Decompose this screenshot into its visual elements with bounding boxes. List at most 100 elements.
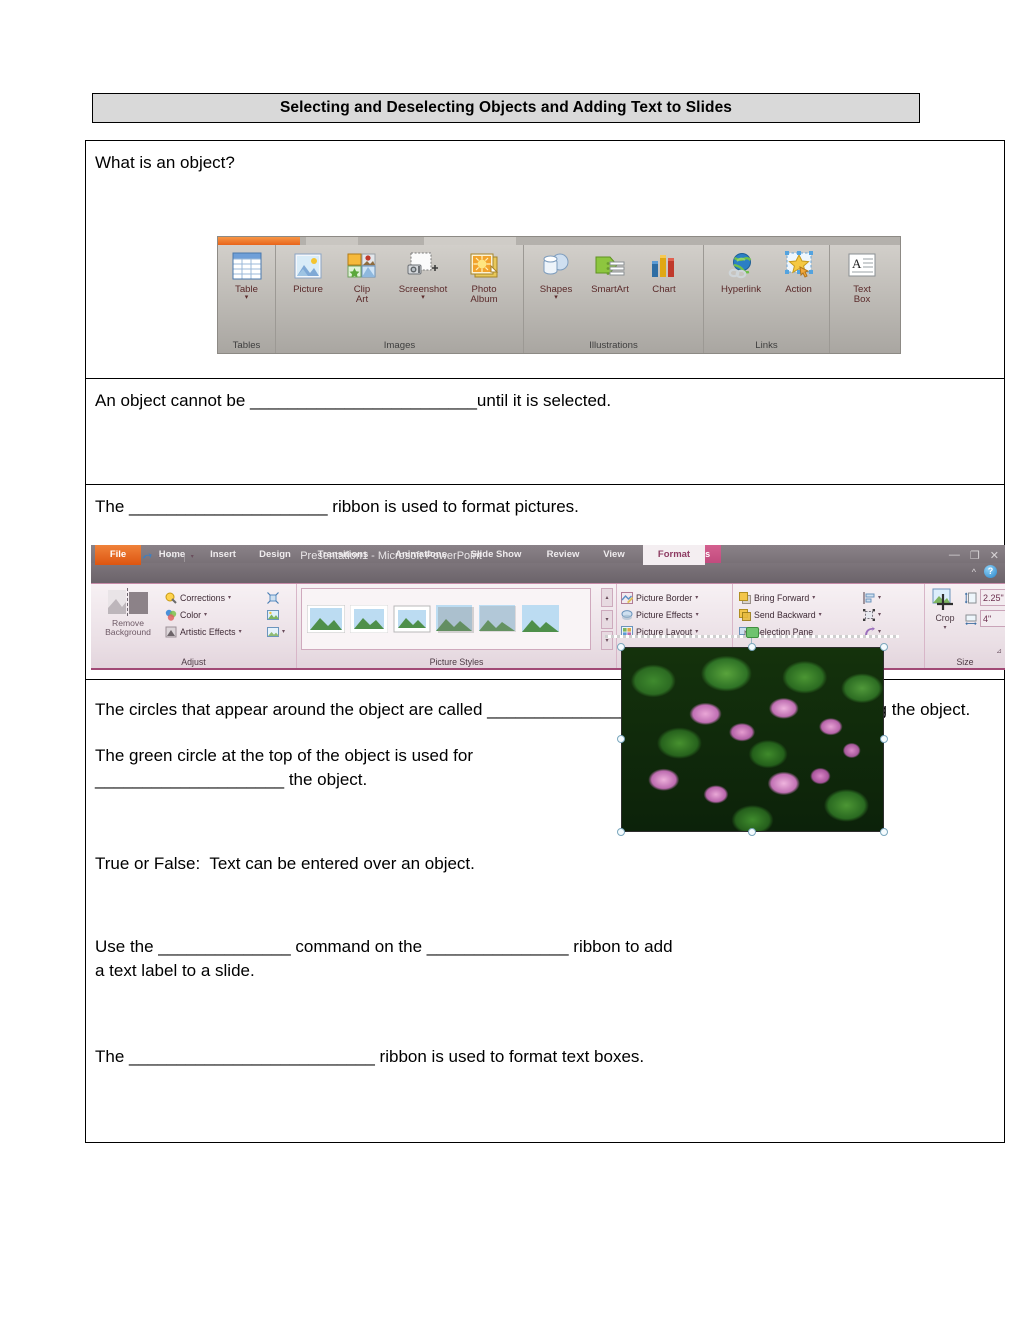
shape-height-input[interactable]: 2.25" ▴▾ [980,589,1005,606]
picture-style-thumbnail[interactable] [307,605,345,633]
resize-handle-bottom-left[interactable] [617,828,625,836]
shape-height-field[interactable]: 2.25" ▴▾ [965,589,1005,606]
chevron-down-icon[interactable]: ▾ [204,611,207,618]
insert-clip-art-button[interactable]: Clip Art [335,249,389,305]
send-backward-button[interactable]: Send Backward ▾ [739,606,822,623]
tab-review[interactable]: Review [537,545,589,565]
tab-strip-segment [424,237,516,245]
tab-format[interactable]: Format [643,545,705,565]
insert-smartart-button[interactable]: SmartArt [583,249,637,295]
color-button[interactable]: Color ▾ [165,606,242,623]
tab-view[interactable]: View [593,545,635,565]
shape-width-field[interactable]: 4" ▴▾ [965,610,1005,627]
insert-screenshot-button[interactable]: Screenshot ▾ [389,249,457,301]
close-button[interactable]: ✕ [990,549,999,562]
chevron-down-icon[interactable]: ▾ [282,628,285,635]
send-backward-icon [739,608,751,621]
more-styles-icon[interactable]: ▾ [601,631,613,650]
tab-slide-show[interactable]: Slide Show [463,545,529,565]
resize-handle-bottom-center[interactable] [748,828,756,836]
picture-icon [293,249,323,283]
scroll-down-icon[interactable]: ▾ [601,609,613,629]
chevron-down-icon[interactable]: ▾ [554,294,558,301]
resize-handle-top-center[interactable] [748,643,756,651]
question-text-6: True or False: Text can be entered over … [95,854,475,874]
resize-handle-middle-left[interactable] [617,735,625,743]
chevron-down-icon[interactable]: ▾ [245,294,249,301]
chevron-down-icon[interactable]: ▾ [239,628,242,635]
resize-handle-top-right[interactable] [880,643,888,651]
chevron-down-icon[interactable]: ▾ [812,594,815,601]
tab-home[interactable]: Home [149,545,195,565]
remove-background-button[interactable]: Remove Background [97,588,159,638]
picture-style-thumbnail[interactable] [522,605,560,633]
chevron-down-icon[interactable]: ▾ [819,611,822,618]
picture-style-thumbnail[interactable] [393,605,431,633]
chevron-down-icon[interactable]: ▾ [878,611,881,618]
picture-styles-scroll[interactable]: ▴ ▾ ▾ [601,588,613,650]
tab-transitions[interactable]: Transitions [307,545,379,565]
picture-style-thumbnail[interactable] [436,605,474,633]
change-picture-button[interactable] [267,606,285,623]
bring-forward-button[interactable]: Bring Forward ▾ [739,589,822,606]
picture-effects-icon [621,609,633,620]
ribbon-group-picture-styles: ▴ ▾ ▾ Picture Styles [297,584,617,668]
help-icon[interactable]: ? [984,565,997,578]
insert-clip-art-label: Clip Art [353,284,371,306]
resize-handle-middle-right[interactable] [880,735,888,743]
question-text-1: What is an object? [95,153,235,172]
crop-button[interactable]: Crop ▾ [928,588,962,631]
collapse-ribbon-icon[interactable]: ^ [972,567,976,577]
tab-animations[interactable]: Animations [385,545,457,565]
shape-width-input[interactable]: 4" ▴▾ [980,610,1005,627]
insert-picture-button[interactable]: Picture [281,249,335,295]
picture-effects-button[interactable]: Picture Effects ▾ [621,606,699,623]
worksheet-cell-cannot-be: An object cannot be ____________________… [85,378,1005,485]
table-row: What is an object? Table ▾ Tables Pictur… [85,140,1005,379]
insert-action-button[interactable]: Action [773,249,824,295]
reset-picture-button[interactable]: ▾ [267,623,285,640]
minimize-button[interactable]: — [949,549,960,562]
selected-picture-object[interactable] [605,625,899,837]
insert-table-button[interactable]: Table ▾ [223,249,270,301]
resize-handle-top-left[interactable] [617,643,625,651]
insert-shapes-button[interactable]: Shapes ▾ [529,249,583,301]
picture-styles-gallery[interactable] [301,588,591,650]
ribbon-group-label-illustrations: Illustrations [589,340,638,351]
compress-pictures-button[interactable] [267,589,285,606]
insert-photo-album-button[interactable]: Photo Album [457,249,511,305]
crop-icon [932,588,953,610]
chevron-down-icon[interactable]: ▾ [696,611,699,618]
picture-style-thumbnail[interactable] [479,605,517,633]
ribbon-tab-strip [218,237,900,245]
artistic-effects-button[interactable]: Artistic Effects ▾ [165,623,242,640]
water-lilies-photo[interactable] [621,647,884,832]
insert-text-box-label: Text Box [853,284,871,306]
tab-strip-segment [306,237,358,245]
picture-border-button[interactable]: Picture Border ▾ [621,589,699,606]
insert-chart-button[interactable]: Chart [637,249,691,295]
remove-background-icon [108,588,148,618]
corrections-button[interactable]: Corrections ▾ [165,589,242,606]
chevron-down-icon[interactable]: ▾ [878,594,881,601]
group-icon [863,608,875,621]
chevron-down-icon[interactable]: ▾ [695,594,698,601]
chevron-down-icon[interactable]: ▾ [421,294,425,301]
question-text-8: The __________________________ ribbon is… [95,1046,645,1066]
insert-hyperlink-button[interactable]: Hyperlink [709,249,773,295]
group-button[interactable]: ▾ [863,606,881,623]
ribbon-group-illustrations: Shapes ▾ SmartArt Chart Illustrations [524,245,704,353]
picture-style-thumbnail[interactable] [350,605,388,633]
align-button[interactable]: ▾ [863,589,881,606]
tab-design[interactable]: Design [249,545,301,565]
rotation-handle-icon[interactable] [746,627,759,638]
tab-file[interactable]: File [95,545,141,565]
chevron-down-icon[interactable]: ▾ [228,594,231,601]
chevron-down-icon[interactable]: ▾ [928,624,962,631]
size-dialog-launcher-icon[interactable]: ⊿ [996,647,1002,655]
insert-text-box-button[interactable]: A Text Box [835,249,889,305]
restore-button[interactable]: ❐ [970,549,980,562]
tab-insert[interactable]: Insert [201,545,245,565]
scroll-up-icon[interactable]: ▴ [601,588,613,607]
resize-handle-bottom-right[interactable] [880,828,888,836]
